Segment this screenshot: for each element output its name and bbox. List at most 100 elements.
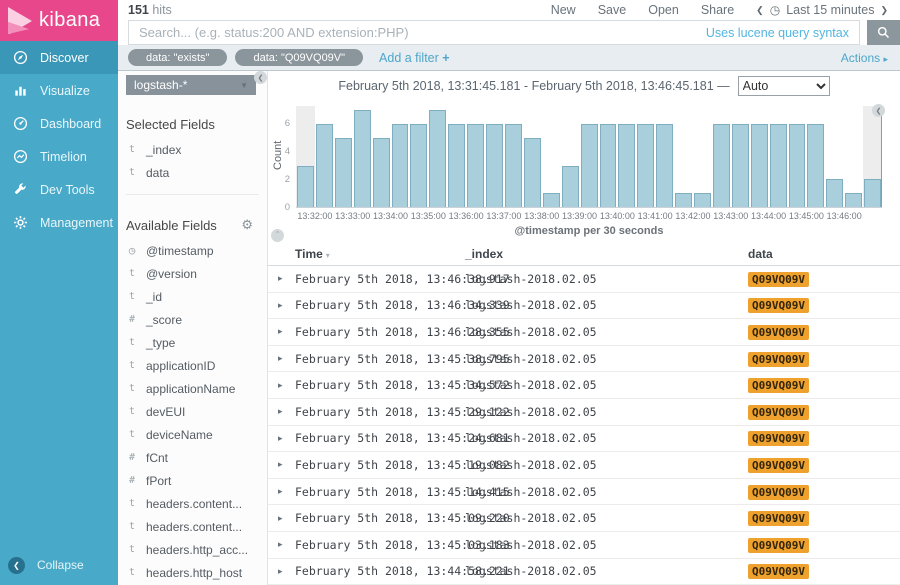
nav-item-label: Dashboard (40, 117, 101, 131)
lucene-syntax-link[interactable]: Uses lucene query syntax (706, 26, 849, 40)
column-header-index[interactable]: _index (465, 247, 748, 261)
available-field-item[interactable]: t applicationName (126, 377, 267, 400)
histogram-bar[interactable] (770, 124, 787, 207)
topmenu-button[interactable]: Share (701, 3, 734, 17)
histogram-bar[interactable] (429, 110, 446, 207)
interval-select[interactable]: Auto (738, 76, 830, 96)
expand-row-icon[interactable]: ▸ (278, 353, 295, 364)
actions-button[interactable]: Actions ▸ (841, 51, 888, 65)
index-pattern-select[interactable]: logstash-* ▼ (126, 75, 256, 95)
histogram-bar[interactable] (543, 193, 560, 207)
histogram-bar[interactable] (789, 124, 806, 207)
sidebar-nav-item[interactable]: Visualize (0, 74, 118, 107)
histogram-bar[interactable] (713, 124, 730, 207)
histogram-bar[interactable] (562, 166, 579, 208)
available-field-item[interactable]: # _score (126, 308, 267, 331)
cell-time: February 5th 2018, 13:45:19.082 (295, 458, 465, 472)
kibana-logo[interactable]: kibana (0, 0, 118, 41)
collapse-chart-icon[interactable]: ˆ (271, 229, 284, 242)
expand-row-icon[interactable]: ▸ (278, 539, 295, 550)
cell-index: logstash-2018.02.05 (465, 511, 748, 525)
available-field-item[interactable]: t devEUI (126, 400, 267, 423)
selected-field-item[interactable]: t _index (126, 138, 267, 161)
available-field-item[interactable]: t _type (126, 331, 267, 354)
expand-row-icon[interactable]: ▸ (278, 406, 295, 417)
available-field-item[interactable]: t @version (126, 262, 267, 285)
expand-row-icon[interactable]: ▸ (278, 566, 295, 577)
sidebar-nav-item[interactable]: Discover (0, 41, 118, 74)
histogram-bar[interactable] (581, 124, 598, 207)
histogram-bar[interactable] (732, 124, 749, 207)
expand-row-icon[interactable]: ▸ (278, 300, 295, 311)
histogram-bar[interactable] (637, 124, 654, 207)
sidebar-collapse-button[interactable]: ❮ Collapse (0, 551, 118, 579)
column-header-data[interactable]: data (748, 247, 900, 261)
search-button[interactable] (867, 20, 900, 45)
histogram-bar[interactable] (373, 138, 390, 207)
search-bar-row: Uses lucene query syntax (118, 20, 900, 45)
collapse-sidebar-icon[interactable]: ❮ (254, 71, 267, 84)
sidebar-nav-item[interactable]: Dashboard (0, 107, 118, 140)
search-input[interactable] (129, 25, 706, 40)
highlighted-value: Q09VQ09V (748, 298, 809, 313)
available-field-item[interactable]: t _id (126, 285, 267, 308)
add-filter-button[interactable]: Add a filter + (379, 51, 450, 65)
histogram-bar[interactable] (486, 124, 503, 207)
available-field-item[interactable]: ◷ @timestamp (126, 239, 267, 262)
histogram-bar[interactable] (751, 124, 768, 207)
expand-row-icon[interactable]: ▸ (278, 326, 295, 337)
histogram-bar[interactable] (864, 179, 881, 207)
available-field-item[interactable]: t deviceName (126, 423, 267, 446)
topmenu-button[interactable]: Save (598, 3, 627, 17)
histogram-bar[interactable] (807, 124, 824, 207)
available-field-item[interactable]: # fPort (126, 469, 267, 492)
topmenu-button[interactable]: New (551, 3, 576, 17)
expand-row-icon[interactable]: ▸ (278, 513, 295, 524)
histogram-bar[interactable] (600, 124, 617, 207)
available-field-item[interactable]: t applicationID (126, 354, 267, 377)
selected-fields-title: Selected Fields (126, 117, 267, 132)
histogram-bar[interactable] (826, 179, 843, 207)
histogram-bar[interactable] (618, 124, 635, 207)
expand-row-icon[interactable]: ▸ (278, 433, 295, 444)
histogram-bar[interactable] (392, 124, 409, 207)
filter-pill[interactable]: data: "Q09VQ09V" (235, 49, 363, 66)
available-field-item[interactable]: # fCnt (126, 446, 267, 469)
timelion-icon (12, 149, 28, 165)
histogram-bar[interactable] (448, 124, 465, 207)
sidebar-nav-item[interactable]: Timelion (0, 140, 118, 173)
expand-row-icon[interactable]: ▸ (278, 459, 295, 470)
histogram-bar[interactable] (467, 124, 484, 207)
histogram-bar[interactable] (524, 138, 541, 207)
expand-row-icon[interactable]: ▸ (278, 486, 295, 497)
sidebar-nav-item[interactable]: Management (0, 206, 118, 239)
filter-pill[interactable]: data: "exists" (128, 49, 227, 66)
topmenu-button[interactable]: Open (648, 3, 679, 17)
expand-row-icon[interactable]: ▸ (278, 273, 295, 284)
highlighted-value: Q09VQ09V (748, 564, 809, 579)
field-settings-gear-icon[interactable]: ⚙ (241, 217, 253, 233)
histogram-bar[interactable] (656, 124, 673, 207)
time-back-icon[interactable]: ❮ (756, 5, 764, 16)
available-field-item[interactable]: t headers.http_host (126, 561, 267, 584)
histogram-bar[interactable] (505, 124, 522, 207)
available-field-item[interactable]: t headers.content... (126, 492, 267, 515)
histogram-bar[interactable] (675, 193, 692, 207)
histogram-bar[interactable] (694, 193, 711, 207)
histogram-bar[interactable] (354, 110, 371, 207)
time-forward-icon[interactable]: ❯ (880, 5, 888, 16)
expand-row-icon[interactable]: ▸ (278, 380, 295, 391)
available-field-item[interactable]: t headers.content... (126, 515, 267, 538)
histogram-bar[interactable] (335, 138, 352, 207)
histogram-bar[interactable] (845, 193, 862, 207)
histogram-bar[interactable] (316, 124, 333, 207)
histogram-bar[interactable] (410, 124, 427, 207)
column-header-time[interactable]: Time▾ (295, 247, 465, 261)
collapse-right-icon[interactable]: ❮ (872, 104, 885, 117)
timepicker-button[interactable]: Last 15 minutes (786, 3, 874, 17)
cell-time: February 5th 2018, 13:46:34.339 (295, 298, 465, 312)
histogram-bar[interactable] (297, 166, 314, 208)
available-field-item[interactable]: t headers.http_acc... (126, 538, 267, 561)
sidebar-nav-item[interactable]: Dev Tools (0, 173, 118, 206)
selected-field-item[interactable]: t data (126, 161, 267, 184)
